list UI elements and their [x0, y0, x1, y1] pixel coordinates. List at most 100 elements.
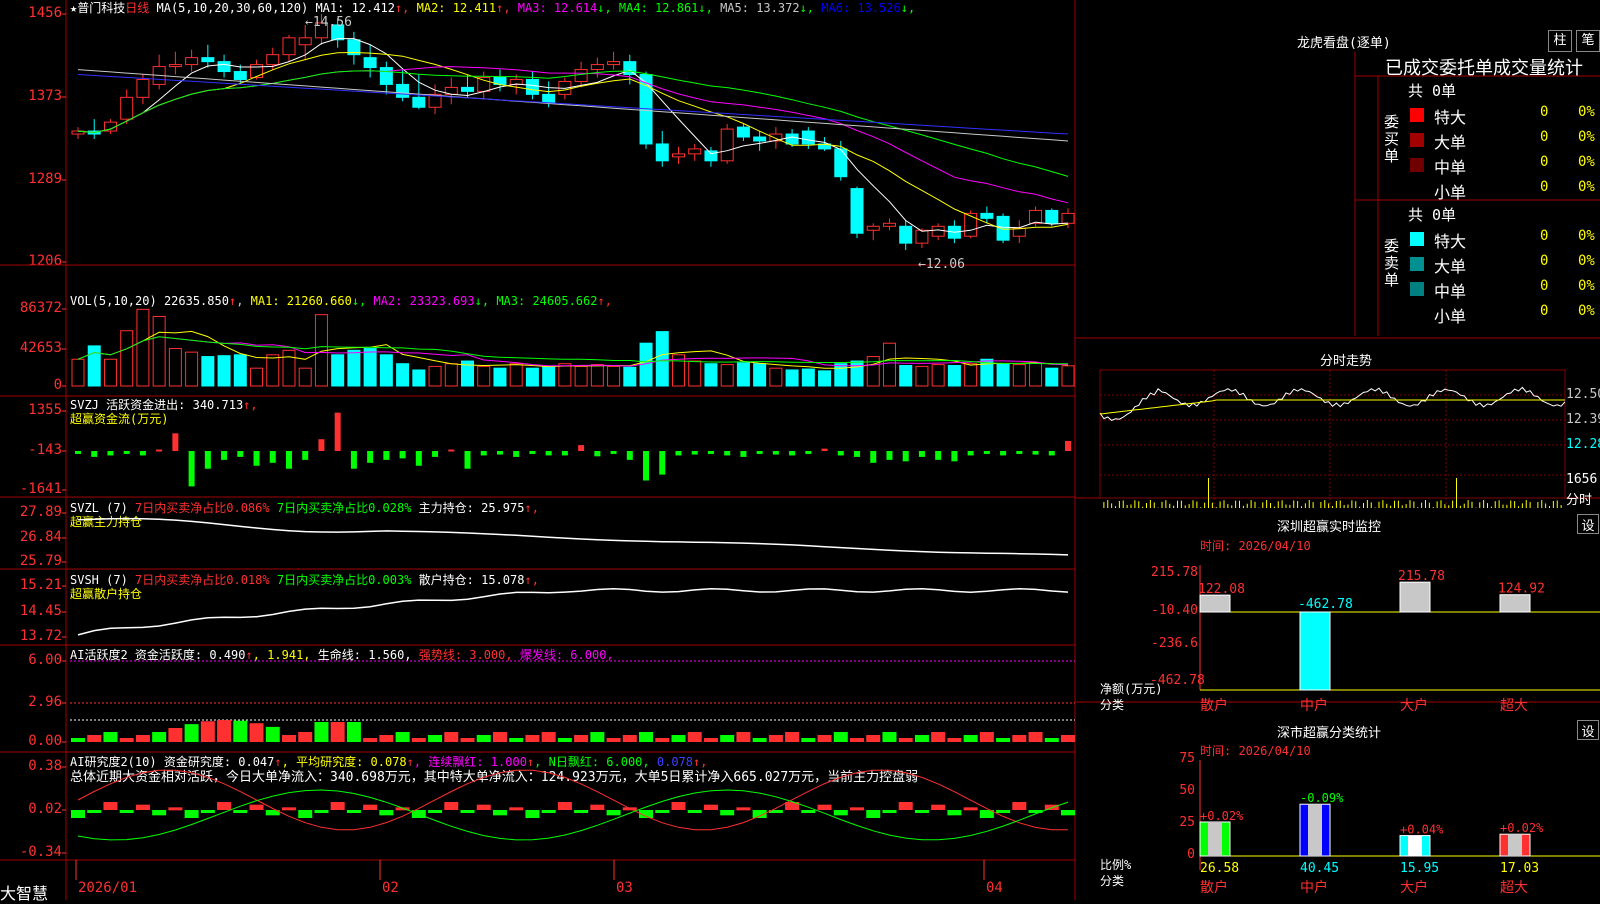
- ai1-bar: [152, 732, 167, 742]
- volume-bar: [444, 363, 458, 387]
- ma-line: [77, 74, 1069, 135]
- candle-body: [850, 188, 864, 234]
- volume-bar: [574, 365, 588, 387]
- volume-bar: [882, 342, 896, 387]
- ai1-bar: [996, 738, 1011, 742]
- order-count: 0: [1540, 253, 1549, 269]
- ai2-bar: [200, 810, 215, 813]
- candle-body: [866, 225, 880, 231]
- svzj-bar: [221, 451, 228, 460]
- svzj-bar: [643, 451, 650, 481]
- ai1-bar: [87, 735, 102, 742]
- sz-class-tick: 75: [1179, 751, 1195, 766]
- volume-bar: [103, 358, 117, 387]
- svzj-bar: [123, 451, 130, 454]
- order-count: 0: [1540, 179, 1549, 195]
- ai1-bar: [509, 738, 524, 742]
- ai1-bar: [947, 738, 962, 742]
- volume-bar: [217, 355, 231, 387]
- order-type: 特大: [1434, 108, 1467, 127]
- svzj-bar: [91, 451, 98, 457]
- candle-body: [217, 61, 231, 73]
- ai2-bar: [817, 804, 832, 810]
- ai1-bar: [444, 732, 459, 742]
- candle-body: [298, 37, 312, 46]
- ai1-bar: [476, 735, 491, 742]
- sz-monitor-tick: -236.6: [1151, 636, 1198, 651]
- volume-bar: [120, 330, 134, 387]
- sz-class-tick: 25: [1179, 815, 1195, 830]
- order-side-label: 委买单: [1384, 113, 1400, 165]
- ai1-bar: [606, 738, 621, 742]
- main-chart-svg: ←14.56 ←12.06 122.08 散户 -462.78 中户 215.78 大户 124…: [0, 0, 1600, 900]
- order-count: 0: [1540, 129, 1549, 145]
- ai2-bar: [363, 804, 378, 810]
- intraday-tick: 12.50: [1566, 387, 1600, 402]
- ai2-bar: [330, 802, 345, 810]
- ai2-bar: [87, 810, 102, 813]
- sz-monitor-value: 122.08: [1198, 582, 1245, 597]
- sz-monitor-tick: -10.40: [1151, 603, 1198, 618]
- order-count: 0: [1540, 278, 1549, 294]
- ai1-bar: [217, 720, 232, 742]
- svzj-bar: [789, 451, 796, 456]
- ai1-bar: [346, 722, 361, 742]
- svzj-bar: [1016, 451, 1023, 454]
- candle-body: [785, 133, 799, 145]
- ai1-bar: [265, 726, 280, 742]
- candle-body: [915, 229, 929, 244]
- order-type: 大单: [1434, 133, 1467, 152]
- volume-bar: [590, 364, 604, 387]
- volume-bar: [850, 360, 864, 387]
- order-total: 共 0单: [1408, 82, 1457, 100]
- dragon-tick-button[interactable]: 笔: [1576, 30, 1600, 52]
- ai1-bar: [914, 735, 929, 742]
- sz-class-change: +0.04%: [1400, 823, 1444, 837]
- ai2-line-red: [77, 769, 1068, 831]
- ai1-bar: [71, 738, 85, 742]
- ai1-bar: [687, 732, 702, 742]
- sz-monitor-bar: [1299, 611, 1331, 691]
- volume-bar: [607, 365, 621, 387]
- ai2-bar: [687, 810, 702, 813]
- sz-monitor-settings-button[interactable]: 设: [1577, 514, 1599, 534]
- volume-bar: [363, 348, 377, 387]
- sz-monitor-category: 中户: [1300, 697, 1328, 714]
- ai2-bar: [736, 807, 751, 811]
- sz-class-value: 17.03: [1500, 861, 1539, 876]
- ai1-bar: [379, 735, 394, 742]
- ai2-bar: [135, 804, 150, 810]
- svzj-bar: [1065, 440, 1071, 451]
- sz-class-value: 15.95: [1400, 861, 1439, 876]
- svzj-bar: [448, 449, 455, 452]
- volume-bar: [655, 331, 669, 387]
- ai2-bar: [866, 810, 881, 818]
- ai2-bar: [525, 810, 540, 818]
- sz-monitor-bar: [1399, 581, 1431, 613]
- ai1-bar: [736, 732, 751, 742]
- order-color-swatch: [1410, 133, 1424, 147]
- volume-bar: [753, 363, 767, 387]
- volume-bar: [964, 363, 978, 387]
- ai1-bar: [671, 735, 686, 742]
- ai2-bar: [281, 807, 296, 811]
- sz-class-ylabel2: 分类: [1100, 874, 1125, 888]
- ai2-bar: [996, 810, 1011, 813]
- ai2-bar: [1061, 810, 1075, 816]
- volume-bar: [347, 349, 361, 387]
- svzj-bar: [496, 451, 503, 455]
- ai1-bar: [460, 738, 475, 742]
- volume-bar: [233, 354, 247, 387]
- svzj-bar: [691, 451, 698, 455]
- candle-body: [931, 225, 945, 237]
- volume-bar: [477, 365, 491, 387]
- sz-monitor-category: 大户: [1400, 697, 1428, 714]
- candle-body: [590, 64, 604, 71]
- dragon-bar-button[interactable]: 柱: [1548, 30, 1572, 52]
- svzj-bar: [464, 451, 471, 469]
- order-percent: 0%: [1578, 228, 1595, 244]
- ai2-bar: [931, 804, 946, 810]
- sz-class-settings-button[interactable]: 设: [1577, 720, 1599, 740]
- candle-body: [980, 212, 994, 219]
- order-count: 0: [1540, 228, 1549, 244]
